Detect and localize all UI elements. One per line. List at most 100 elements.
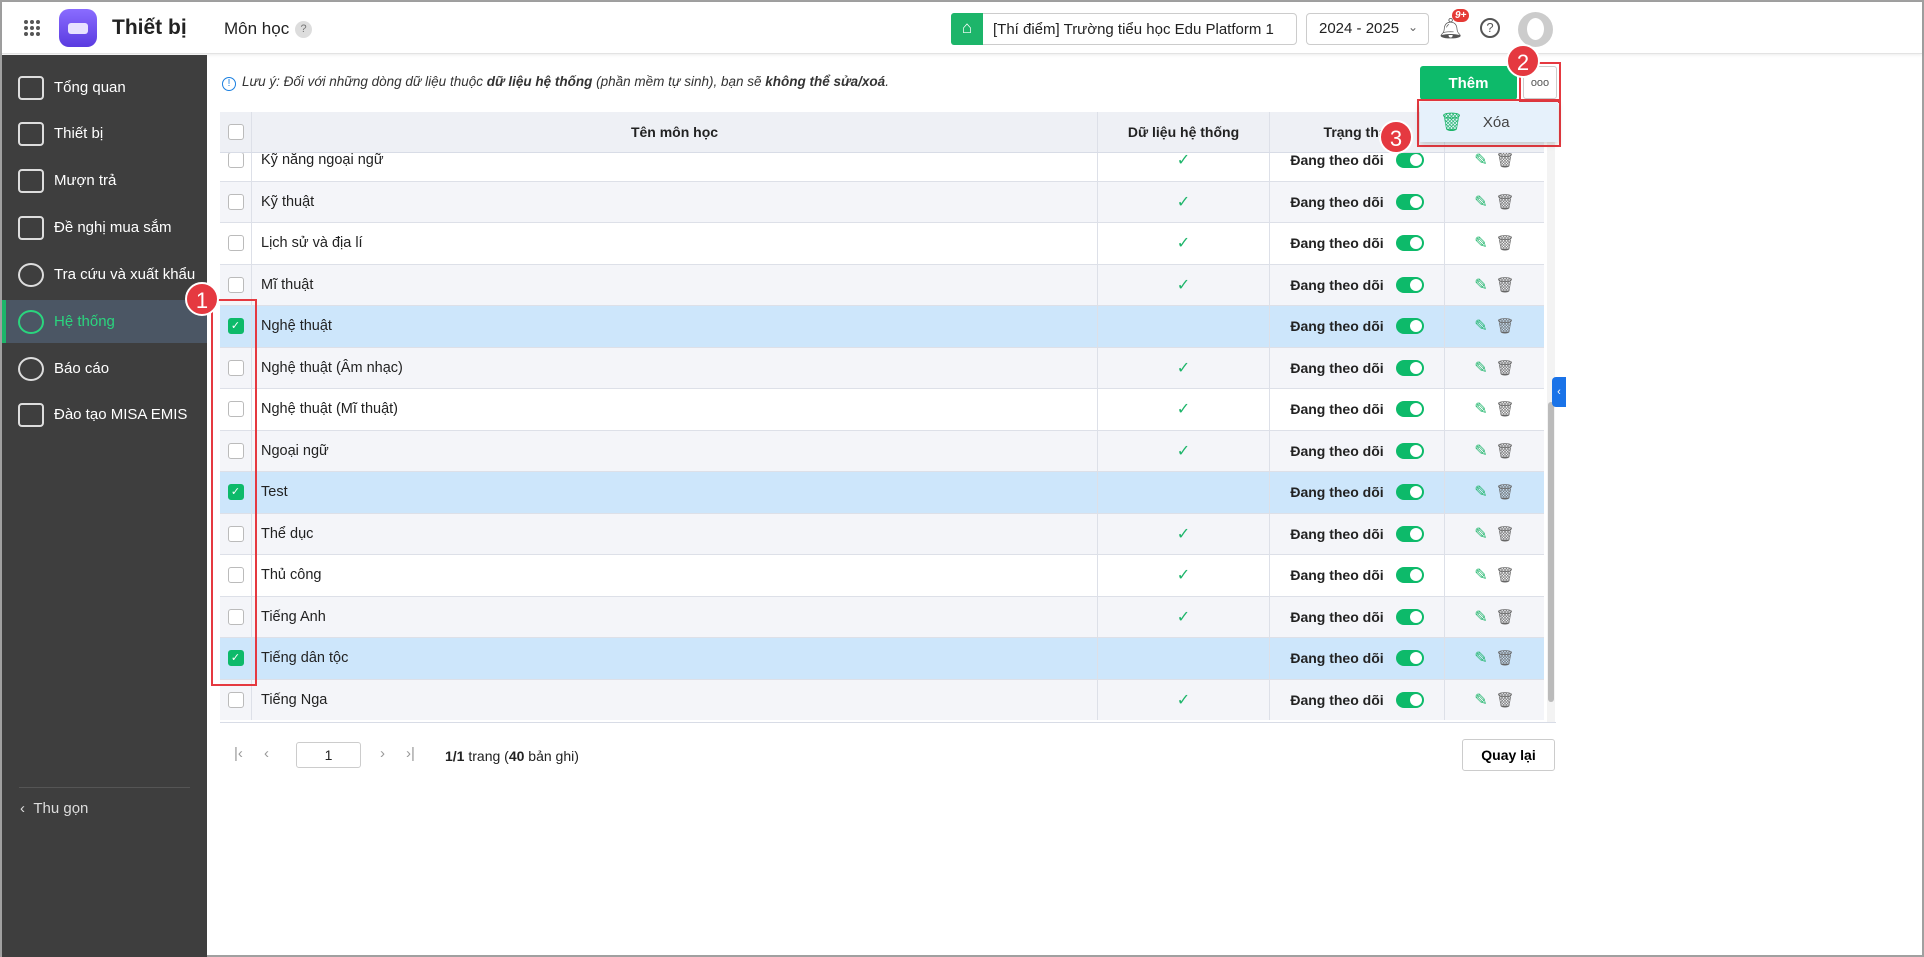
row-checkbox[interactable] [227,152,244,169]
status-toggle[interactable] [1395,359,1424,376]
trash-icon[interactable]: 🗑︎ [1496,151,1515,169]
table-row[interactable]: Nghệ thuật (Âm nhạc) ✓ Đang theo dõi ✎ 🗑︎ [220,347,1544,389]
status-toggle[interactable] [1395,193,1424,210]
sidebar-item-purchase[interactable]: Đề nghị mua sắm [2,206,207,249]
table-row[interactable]: Lịch sử và địa lí ✓ Đang theo dõi ✎ 🗑︎ [220,223,1544,265]
page-input[interactable]: 1 [296,742,361,768]
year-select[interactable]: 2024 - 2025 ⌄ [1306,13,1429,45]
status-toggle[interactable] [1395,318,1424,335]
trash-icon[interactable]: 🗑︎ [1496,649,1515,667]
trash-icon[interactable]: 🗑︎ [1496,317,1515,335]
sidebar-item-report[interactable]: Báo cáo [2,347,207,390]
status-toggle[interactable] [1395,608,1424,625]
select-all-checkbox[interactable] [227,124,244,140]
table-row[interactable]: Tiếng Anh ✓ Đang theo dõi ✎ 🗑︎ [220,596,1544,638]
last-page-icon[interactable]: ›| [406,745,415,762]
trash-icon[interactable]: 🗑︎ [1496,566,1515,584]
table-row[interactable]: Ngoại ngữ ✓ Đang theo dõi ✎ 🗑︎ [220,430,1544,472]
edit-icon[interactable]: ✎ [1474,358,1487,378]
trash-icon[interactable]: 🗑︎ [1496,276,1515,294]
status-toggle[interactable] [1395,442,1424,459]
edit-icon[interactable]: ✎ [1474,482,1487,502]
edit-icon[interactable]: ✎ [1474,399,1487,419]
table-row[interactable]: Thể dục ✓ Đang theo dõi ✎ 🗑︎ [220,513,1544,555]
app-grid-icon[interactable] [24,20,40,36]
side-panel-toggle[interactable]: ‹ [1552,377,1566,407]
edit-icon[interactable]: ✎ [1474,524,1487,544]
menu-item-delete[interactable]: 🗑︎ Xóa [1420,102,1558,142]
row-checkbox[interactable] [227,567,244,584]
trash-icon[interactable]: 🗑︎ [1496,608,1515,626]
page-help-icon[interactable]: ? [295,21,312,38]
trash-icon[interactable]: 🗑︎ [1496,359,1515,377]
first-page-icon[interactable]: |‹ [234,745,243,762]
table-row[interactable]: Nghệ thuật (Mĩ thuật) ✓ Đang theo dõi ✎ 🗑… [220,389,1544,431]
edit-icon[interactable]: ✎ [1474,316,1487,336]
edit-icon[interactable]: ✎ [1474,607,1487,627]
edit-icon[interactable]: ✎ [1474,441,1487,461]
table-row[interactable]: Mĩ thuật ✓ Đang theo dõi ✎ 🗑︎ [220,264,1544,306]
edit-icon[interactable]: ✎ [1474,275,1487,295]
sidebar-item-overview[interactable]: Tổng quan [2,66,207,109]
status-text: Đang theo dõi [1290,235,1384,252]
sidebar-item-equipment[interactable]: Thiết bị [2,112,207,155]
status-toggle[interactable] [1395,276,1424,293]
status-toggle[interactable] [1395,691,1424,708]
row-checkbox[interactable] [227,401,244,418]
table-row[interactable]: ✓ Test Đang theo dõi ✎ 🗑︎ [220,472,1544,514]
sidebar-item-borrow[interactable]: Mượn trả [2,159,207,202]
row-checkbox[interactable] [227,442,244,459]
row-checkbox[interactable] [227,276,244,293]
trash-icon[interactable]: 🗑︎ [1496,193,1515,211]
table-row[interactable]: Tiếng Nga ✓ Đang theo dõi ✎ 🗑︎ [220,679,1544,720]
status-toggle[interactable] [1395,152,1424,169]
edit-icon[interactable]: ✎ [1474,690,1487,710]
sidebar-item-lookup[interactable]: Tra cứu và xuất khẩu [2,253,207,296]
status-toggle[interactable] [1395,650,1424,667]
trash-icon[interactable]: 🗑︎ [1496,483,1515,501]
row-checkbox[interactable] [227,359,244,376]
next-page-icon[interactable]: › [380,745,385,762]
table-row[interactable]: Thủ công ✓ Đang theo dõi ✎ 🗑︎ [220,555,1544,597]
row-checkbox[interactable] [227,525,244,542]
sidebar-item-system[interactable]: Hệ thống [2,300,207,343]
trash-icon[interactable]: 🗑︎ [1496,691,1515,709]
prev-page-icon[interactable]: ‹ [264,745,269,762]
trash-icon[interactable]: 🗑︎ [1496,234,1515,252]
table-row[interactable]: ✓ Tiếng dân tộc Đang theo dõi ✎ 🗑︎ [220,638,1544,680]
table-row[interactable]: ✓ Nghệ thuật Đang theo dõi ✎ 🗑︎ [220,306,1544,348]
back-button[interactable]: Quay lại [1462,739,1555,771]
row-checkbox[interactable]: ✓ [227,318,244,335]
row-checkbox[interactable] [227,193,244,210]
trash-icon[interactable]: 🗑︎ [1496,400,1515,418]
edit-icon[interactable]: ✎ [1474,233,1487,253]
status-toggle[interactable] [1395,401,1424,418]
avatar[interactable] [1518,12,1553,47]
scrollbar[interactable] [1547,112,1555,722]
edit-icon[interactable]: ✎ [1474,192,1487,212]
collapse-label: Thu gọn [33,800,89,817]
status-toggle[interactable] [1395,484,1424,501]
sidebar-item-training[interactable]: Đào tạo MISA EMIS [2,393,207,436]
help-icon[interactable]: ? [1480,18,1500,38]
row-checkbox[interactable]: ✓ [227,650,244,667]
status-toggle[interactable] [1395,567,1424,584]
edit-icon[interactable]: ✎ [1474,150,1487,170]
trash-icon[interactable]: 🗑︎ [1496,525,1515,543]
row-checkbox[interactable] [227,691,244,708]
table-row[interactable]: Kỹ thuật ✓ Đang theo dõi ✎ 🗑︎ [220,181,1544,223]
scrollbar-thumb[interactable] [1548,402,1554,702]
edit-icon[interactable]: ✎ [1474,565,1487,585]
status-toggle[interactable] [1395,235,1424,252]
row-checkbox[interactable] [227,235,244,252]
row-checkbox[interactable] [227,608,244,625]
collapse-button[interactable]: ‹ Thu gọn [20,800,88,817]
annotation-1: 1 [185,282,219,316]
trash-icon[interactable]: 🗑︎ [1496,442,1515,460]
add-button[interactable]: Thêm [1420,66,1517,100]
row-checkbox[interactable]: ✓ [227,484,244,501]
school-selector[interactable]: ⌂ [Thí điểm] Trường tiểu học Edu Platform… [951,13,1297,45]
edit-icon[interactable]: ✎ [1474,648,1487,668]
status-toggle[interactable] [1395,525,1424,542]
sidebar-item-label: Báo cáo [54,360,110,377]
